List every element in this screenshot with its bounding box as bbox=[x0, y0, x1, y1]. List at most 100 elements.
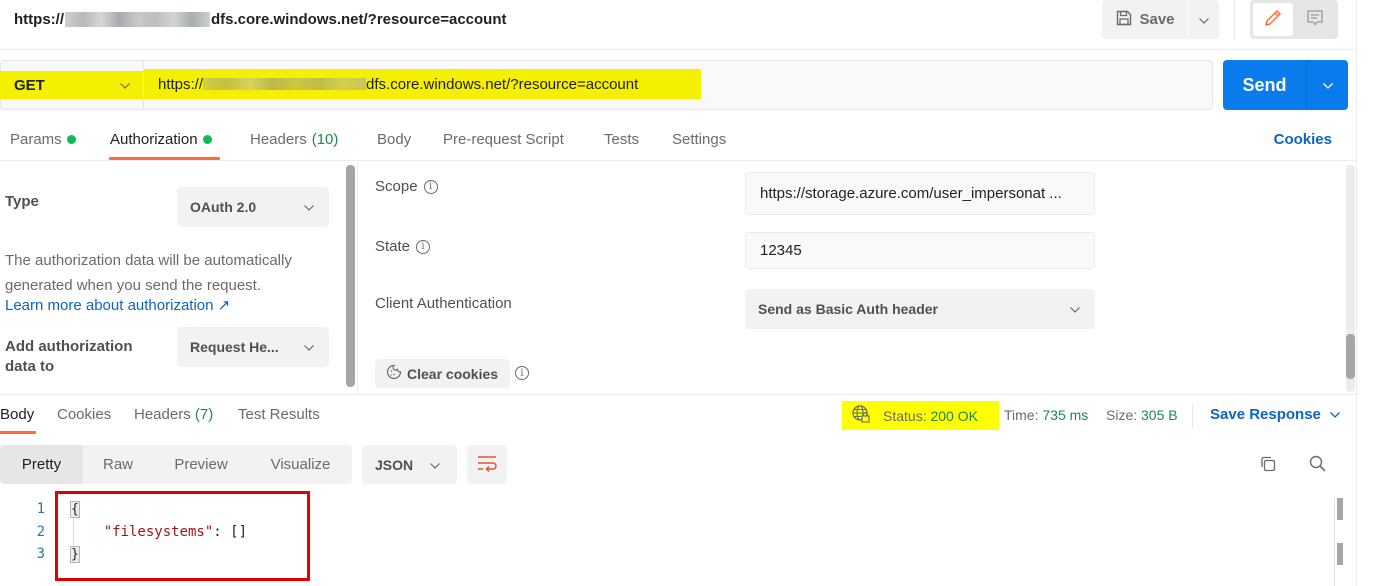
view-mode-selector: Pretty Raw Preview Visualize bbox=[0, 445, 352, 484]
search-button[interactable] bbox=[1306, 453, 1330, 477]
chevron-down-icon bbox=[1069, 301, 1081, 317]
active-tab-indicator bbox=[0, 431, 36, 434]
type-label: Type bbox=[5, 193, 39, 210]
globe-lock-icon[interactable] bbox=[851, 404, 871, 427]
chevron-down-icon bbox=[303, 199, 315, 215]
tab-label: Params bbox=[10, 131, 62, 148]
add-auth-data-value: Request He... bbox=[190, 339, 279, 355]
comments-button[interactable] bbox=[1295, 3, 1335, 36]
method-value: GET bbox=[14, 76, 45, 94]
save-label: Save bbox=[1139, 11, 1175, 28]
chevron-down-icon bbox=[1198, 12, 1210, 28]
editor-scrollbar[interactable] bbox=[1337, 498, 1343, 520]
copy-icon bbox=[1258, 454, 1278, 477]
tab-authorization[interactable]: Authorization bbox=[110, 131, 212, 148]
response-size: Size: 305 B bbox=[1106, 407, 1178, 423]
response-tab-headers[interactable]: Headers (7) bbox=[134, 406, 213, 423]
tab-settings[interactable]: Settings bbox=[672, 131, 726, 148]
auth-type-value: OAuth 2.0 bbox=[190, 199, 257, 215]
tab-label: Settings bbox=[672, 131, 727, 148]
view-visualize[interactable]: Visualize bbox=[249, 445, 352, 484]
chevron-down-icon bbox=[1322, 77, 1334, 93]
tab-pre-request-script[interactable]: Pre-request Script bbox=[443, 131, 564, 148]
save-options-button[interactable] bbox=[1189, 0, 1219, 39]
add-auth-data-select[interactable]: Request He... bbox=[177, 327, 329, 367]
window-edge bbox=[1356, 0, 1357, 586]
title-url-suffix: dfs.core.windows.net/?resource=account bbox=[211, 11, 507, 28]
chevron-down-icon bbox=[1329, 406, 1341, 423]
tab-label: Headers bbox=[134, 406, 191, 423]
info-icon[interactable]: i bbox=[416, 239, 431, 254]
tab-params[interactable]: Params bbox=[10, 131, 76, 148]
divider bbox=[1192, 404, 1193, 428]
tab-tests[interactable]: Tests bbox=[604, 131, 639, 148]
status-value: 200 OK bbox=[930, 407, 978, 424]
scope-label-text: Scope bbox=[375, 178, 418, 195]
line-number: 3 bbox=[36, 546, 45, 562]
line-number: 1 bbox=[36, 501, 45, 517]
chevron-down-icon bbox=[303, 339, 315, 355]
wrap-lines-button[interactable] bbox=[467, 445, 507, 484]
redacted-hostname bbox=[203, 78, 367, 90]
info-icon[interactable]: i bbox=[515, 366, 529, 380]
status-dot bbox=[66, 135, 76, 144]
save-group: Save bbox=[1102, 0, 1219, 39]
tab-label: Tests bbox=[604, 131, 640, 148]
editor-scrollbar[interactable] bbox=[1337, 543, 1343, 565]
scope-label: Scope i bbox=[375, 178, 438, 195]
clear-cookies-button[interactable]: Clear cookies bbox=[375, 359, 510, 388]
left-pane-scrollbar[interactable] bbox=[346, 165, 355, 387]
url-prefix: https:// bbox=[158, 75, 204, 93]
view-preview[interactable]: Preview bbox=[153, 445, 249, 484]
title-url-prefix: https:// bbox=[14, 11, 64, 28]
view-raw[interactable]: Raw bbox=[83, 445, 153, 484]
auth-type-select[interactable]: OAuth 2.0 bbox=[177, 187, 329, 227]
edit-mode-button[interactable] bbox=[1253, 3, 1293, 36]
format-value: JSON bbox=[375, 456, 414, 473]
chevron-down-icon bbox=[119, 77, 131, 94]
send-options-button[interactable] bbox=[1307, 60, 1348, 110]
save-button[interactable]: Save bbox=[1102, 0, 1188, 39]
state-value: 12345 bbox=[760, 242, 802, 259]
auth-description: The authorization data will be automatic… bbox=[5, 252, 292, 294]
state-input[interactable]: 12345 bbox=[745, 232, 1095, 269]
status-badge: Status: 200 OK bbox=[842, 401, 999, 430]
request-tabs: Params Authorization Headers (10) Body Pr… bbox=[0, 120, 1356, 161]
send-button-group: Send bbox=[1223, 60, 1348, 110]
response-tab-test-results[interactable]: Test Results bbox=[238, 406, 320, 423]
time-value: 735 ms bbox=[1042, 407, 1089, 423]
cookie-icon bbox=[386, 364, 402, 383]
request-title[interactable]: https:// dfs.core.windows.net/?resource=a… bbox=[14, 11, 507, 28]
learn-more-link[interactable]: Learn more about authorization ↗ bbox=[5, 296, 230, 314]
method-select[interactable]: GET bbox=[0, 71, 143, 99]
line-number: 2 bbox=[36, 524, 45, 540]
comment-icon bbox=[1305, 8, 1325, 31]
save-icon bbox=[1115, 9, 1133, 31]
response-tab-body[interactable]: Body bbox=[0, 406, 34, 423]
tab-headers[interactable]: Headers (10) bbox=[250, 131, 338, 148]
response-time: Time: 735 ms bbox=[1004, 407, 1088, 423]
send-button[interactable]: Send bbox=[1223, 60, 1307, 110]
size-label: Size: bbox=[1106, 407, 1138, 423]
tab-body[interactable]: Body bbox=[377, 131, 411, 148]
add-auth-data-label: Add authorization data to bbox=[5, 338, 133, 375]
format-select[interactable]: JSON bbox=[362, 445, 457, 484]
client-auth-label: Client Authentication bbox=[375, 295, 512, 312]
save-response-button[interactable]: Save Response bbox=[1210, 406, 1341, 423]
view-pretty[interactable]: Pretty bbox=[0, 445, 83, 484]
info-icon[interactable]: i bbox=[423, 179, 438, 194]
tab-label: Headers bbox=[250, 131, 307, 148]
right-pane-scrollbar[interactable] bbox=[1346, 334, 1355, 379]
cookies-link[interactable]: Cookies bbox=[1274, 131, 1332, 148]
mode-toggle bbox=[1250, 0, 1338, 39]
url-input[interactable]: https:// dfs.core.windows.net/?resource=a… bbox=[144, 69, 701, 99]
client-auth-select[interactable]: Send as Basic Auth header bbox=[745, 289, 1095, 329]
copy-button[interactable] bbox=[1256, 453, 1280, 477]
client-auth-value: Send as Basic Auth header bbox=[758, 301, 938, 317]
status-text: Status: 200 OK bbox=[883, 408, 978, 424]
search-icon bbox=[1308, 454, 1328, 477]
scope-input[interactable]: https://storage.azure.com/user_impersona… bbox=[745, 172, 1095, 215]
chevron-down-icon bbox=[429, 457, 441, 473]
response-tab-cookies[interactable]: Cookies bbox=[57, 406, 111, 423]
save-response-label: Save Response bbox=[1210, 406, 1321, 423]
